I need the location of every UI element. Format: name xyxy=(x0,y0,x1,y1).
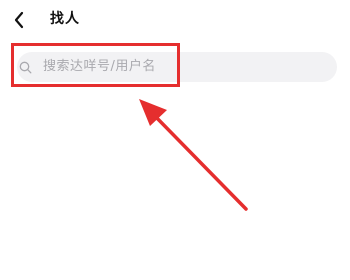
search-input[interactable]: 搜索达咩号/用户名 xyxy=(17,52,337,82)
top-navigation-bar: 找人 xyxy=(0,0,350,40)
search-icon xyxy=(19,61,32,74)
back-button[interactable] xyxy=(10,10,30,30)
page-title: 找人 xyxy=(50,11,80,27)
chevron-left-icon xyxy=(14,11,24,29)
annotation-arrow xyxy=(139,99,248,211)
search-placeholder: 搜索达咩号/用户名 xyxy=(43,59,156,74)
